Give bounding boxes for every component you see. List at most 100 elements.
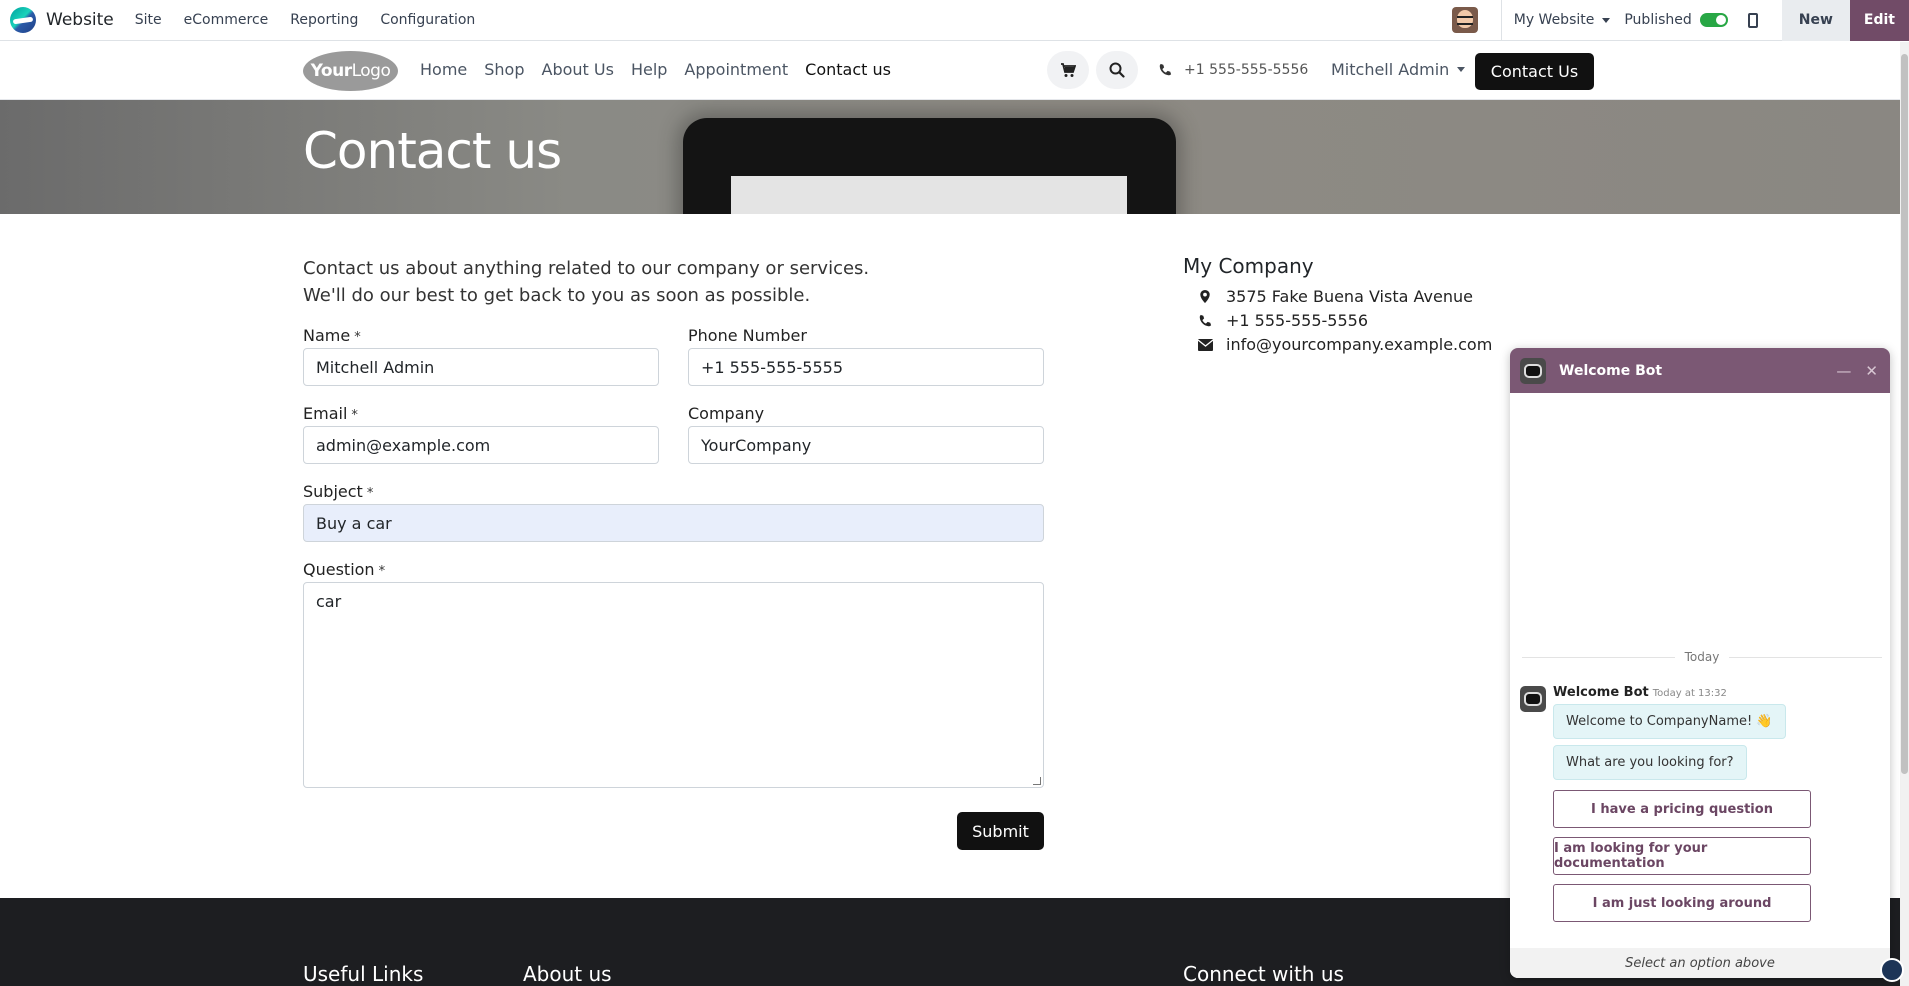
- day-separator: Today: [1522, 650, 1882, 664]
- subject-label-text: Subject: [303, 482, 363, 501]
- nav-home[interactable]: Home: [420, 60, 467, 79]
- user-menu-label: Mitchell Admin: [1331, 60, 1450, 79]
- phone-field[interactable]: +1 555-555-5555: [688, 348, 1044, 386]
- livechat-header: Welcome Bot — ✕: [1510, 348, 1890, 393]
- livechat-title: Welcome Bot: [1559, 362, 1663, 379]
- bot-avatar: [1520, 357, 1546, 384]
- company-address: 3575 Fake Buena Vista Avenue: [1190, 287, 1473, 306]
- app-menu: Site eCommerce Reporting Configuration: [124, 12, 487, 28]
- contact-us-button[interactable]: Contact Us: [1475, 53, 1594, 90]
- day-separator-label: Today: [1684, 650, 1720, 664]
- option-just-looking[interactable]: I am just looking around: [1553, 884, 1811, 922]
- subject-field[interactable]: Buy a car: [303, 504, 1044, 542]
- required-mark: *: [366, 486, 374, 501]
- menu-site[interactable]: Site: [124, 12, 173, 28]
- edit-button[interactable]: Edit: [1849, 0, 1909, 41]
- page-banner: Contact us: [0, 100, 1900, 214]
- message-author-name: Welcome Bot: [1553, 685, 1649, 700]
- menu-configuration[interactable]: Configuration: [369, 12, 486, 28]
- topbar-right: My Website Published New Edit: [1451, 0, 1909, 41]
- required-mark: *: [351, 408, 358, 423]
- email-field[interactable]: admin@example.com: [303, 426, 659, 464]
- scrollbar-thumb[interactable]: [1901, 54, 1908, 774]
- main-nav: Home Shop About Us Help Appointment Cont…: [420, 60, 908, 79]
- chevron-down-icon: [1602, 17, 1611, 23]
- search-icon: [1109, 62, 1125, 78]
- app-name: Website: [46, 10, 114, 30]
- option-pricing-question[interactable]: I have a pricing question: [1553, 790, 1811, 828]
- user-avatar[interactable]: [1451, 7, 1478, 33]
- phone-label: Phone Number: [688, 326, 807, 345]
- subject-label: Subject *: [303, 482, 373, 501]
- required-mark: *: [378, 564, 386, 579]
- name-field[interactable]: Mitchell Admin: [303, 348, 659, 386]
- site-logo[interactable]: Your Logo: [303, 51, 398, 91]
- debug-badge-icon[interactable]: [1880, 958, 1904, 982]
- published-toggle[interactable]: Published: [1624, 12, 1747, 28]
- banner-tablet-image: [683, 118, 1176, 214]
- contact-intro: Contact us about anything related to our…: [303, 255, 869, 309]
- message-time: Today at 13:32: [1652, 688, 1727, 699]
- page-title: Contact us: [303, 122, 562, 180]
- question-value: car: [316, 592, 342, 611]
- livechat-window: Welcome Bot — ✕ Today Welcome Bot Today a…: [1510, 348, 1890, 978]
- odoo-logo-icon: [10, 7, 36, 33]
- minimize-icon[interactable]: —: [1836, 362, 1851, 380]
- map-marker-icon: [1200, 289, 1210, 304]
- nav-help[interactable]: Help: [631, 60, 667, 79]
- resize-handle-icon[interactable]: [1033, 777, 1041, 785]
- app-brand[interactable]: Website: [0, 0, 114, 40]
- footer-useful-links: Useful Links: [303, 962, 424, 986]
- footer-connect: Connect with us: [1183, 962, 1344, 986]
- nav-contact-us[interactable]: Contact us: [805, 60, 891, 79]
- intro-line-1: Contact us about anything related to our…: [303, 258, 870, 279]
- published-label: Published: [1624, 12, 1692, 28]
- mobile-preview-icon[interactable]: [1747, 12, 1758, 28]
- search-button[interactable]: [1096, 51, 1138, 89]
- website-selector[interactable]: My Website: [1502, 12, 1625, 28]
- option-documentation[interactable]: I am looking for your documentation: [1553, 837, 1811, 875]
- page-scrollbar[interactable]: [1900, 42, 1909, 986]
- question-textarea[interactable]: car: [303, 582, 1044, 788]
- chat-message: Welcome to CompanyName! 👋: [1553, 704, 1786, 739]
- header-phone-number: +1 555-555-5556: [1184, 62, 1309, 78]
- email-label: Email *: [303, 404, 358, 423]
- tablet-screen: [731, 176, 1127, 214]
- nav-about-us[interactable]: About Us: [542, 60, 614, 79]
- nav-appointment[interactable]: Appointment: [684, 60, 788, 79]
- header-phone[interactable]: +1 555-555-5556: [1158, 62, 1308, 78]
- nav-shop[interactable]: Shop: [484, 60, 524, 79]
- company-value: YourCompany: [701, 435, 812, 455]
- email-label-text: Email: [303, 404, 348, 423]
- phone-value: +1 555-555-5555: [701, 357, 844, 377]
- name-label: Name *: [303, 326, 361, 345]
- livechat-footer-hint: Select an option above: [1510, 948, 1890, 978]
- phone-icon: [1159, 63, 1172, 76]
- menu-reporting[interactable]: Reporting: [279, 12, 369, 28]
- company-field[interactable]: YourCompany: [688, 426, 1044, 464]
- admin-topbar: Website Site eCommerce Reporting Configu…: [0, 0, 1909, 41]
- name-value: Mitchell Admin: [316, 357, 435, 377]
- toggle-switch-icon[interactable]: [1699, 13, 1728, 27]
- chevron-down-icon: [1457, 67, 1466, 72]
- user-menu[interactable]: Mitchell Admin: [1331, 60, 1466, 79]
- website-header: Your Logo Home Shop About Us Help Appoint…: [0, 42, 1900, 100]
- website-selector-label: My Website: [1513, 12, 1595, 28]
- company-email-text[interactable]: info@yourcompany.example.com: [1226, 335, 1492, 354]
- required-mark: *: [354, 330, 361, 345]
- phone-icon: [1199, 314, 1212, 326]
- cart-button[interactable]: [1047, 51, 1089, 89]
- submit-button[interactable]: Submit: [957, 812, 1044, 850]
- new-button[interactable]: New: [1781, 0, 1850, 41]
- footer-about-us: About us: [523, 962, 612, 986]
- message-author: Welcome Bot Today at 13:32: [1553, 685, 1727, 700]
- menu-ecommerce[interactable]: eCommerce: [173, 12, 280, 28]
- envelope-icon: [1197, 338, 1214, 351]
- company-phone: +1 555-555-5556: [1190, 311, 1368, 330]
- logo-text: Logo: [351, 61, 391, 81]
- close-icon[interactable]: ✕: [1865, 362, 1878, 380]
- intro-line-2: We'll do our best to get back to you as …: [303, 285, 811, 306]
- question-label: Question *: [303, 560, 385, 579]
- subject-value: Buy a car: [316, 513, 392, 533]
- chat-message: What are you looking for?: [1553, 745, 1747, 780]
